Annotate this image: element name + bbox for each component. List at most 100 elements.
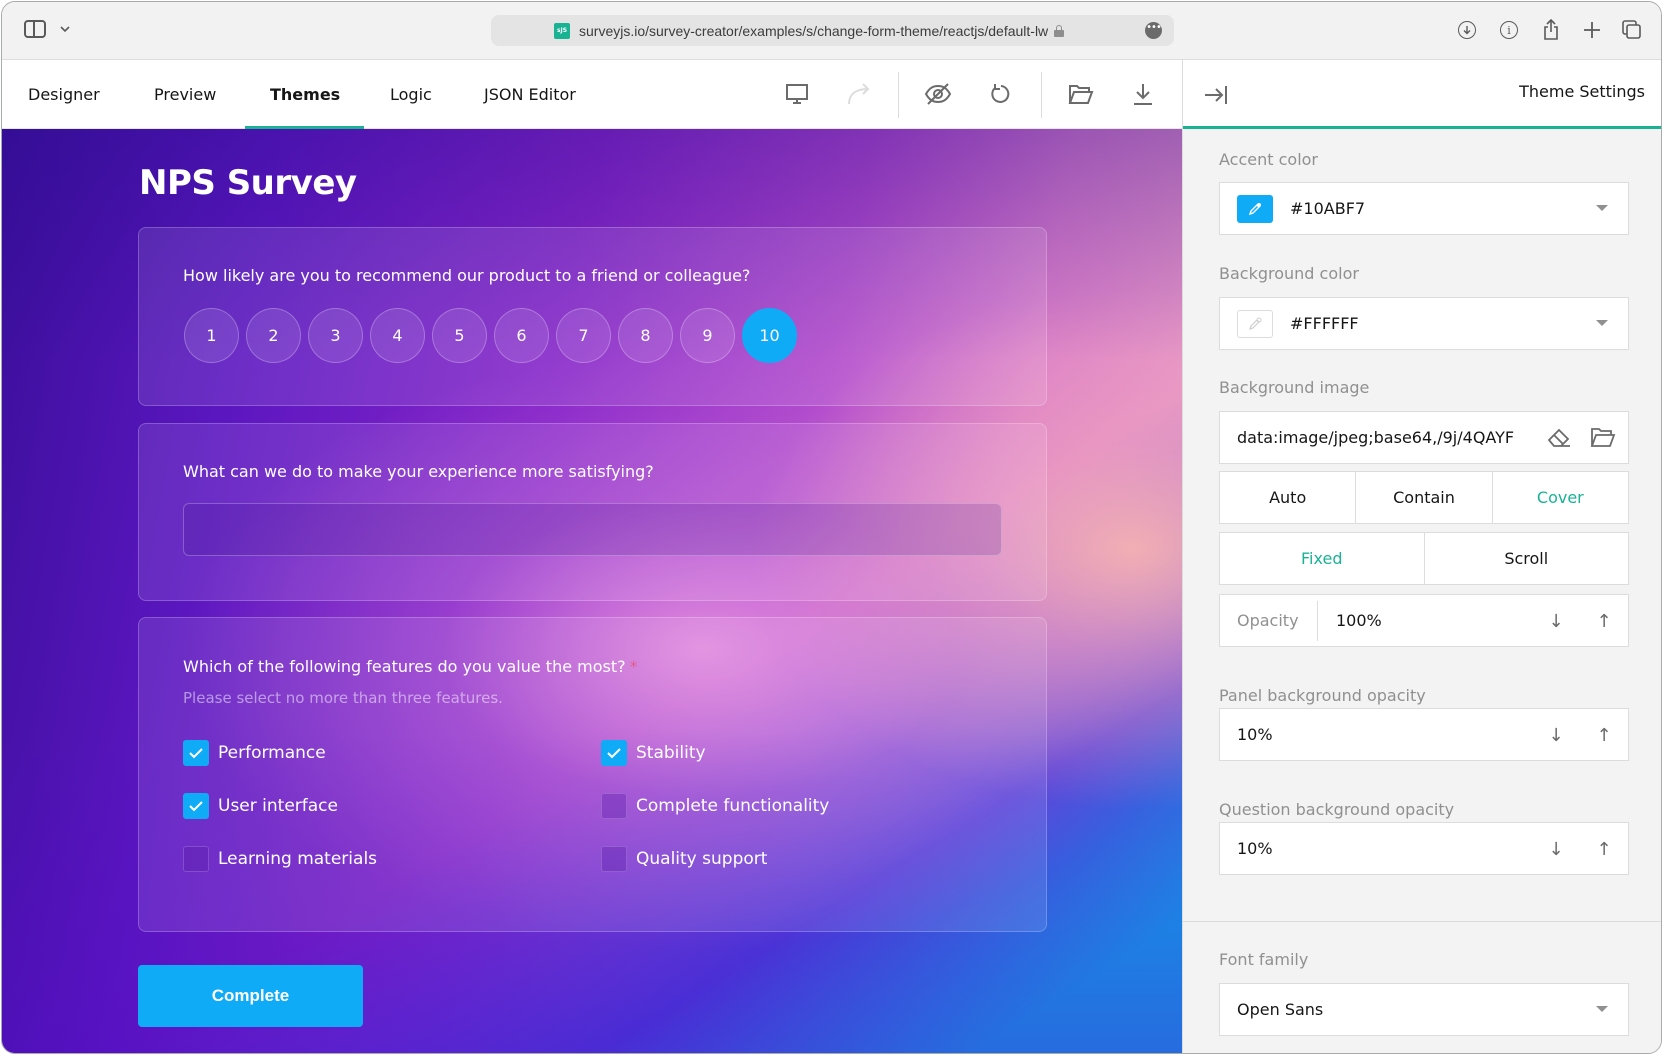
rating-item[interactable]: 8 bbox=[618, 308, 673, 363]
open-file-icon[interactable] bbox=[1065, 78, 1097, 110]
tab-designer[interactable]: Designer bbox=[28, 60, 100, 129]
creator-toolbar: Designer Preview Themes Logic JSON Edito… bbox=[2, 60, 1182, 129]
checkbox-label: Stability bbox=[636, 743, 706, 763]
tab-logic[interactable]: Logic bbox=[390, 60, 432, 129]
eyedropper-icon bbox=[1249, 317, 1262, 330]
panel-opacity-label: Panel background opacity bbox=[1219, 686, 1426, 705]
checkbox-checked[interactable] bbox=[183, 793, 209, 819]
opacity-value[interactable]: 100% bbox=[1336, 611, 1382, 630]
chevron-down-icon[interactable] bbox=[58, 20, 72, 38]
clear-image-icon[interactable] bbox=[1546, 426, 1572, 454]
redo-icon[interactable] bbox=[843, 78, 875, 110]
checkbox-label: Learning materials bbox=[218, 849, 378, 869]
opacity-inline-label: Opacity bbox=[1237, 611, 1299, 630]
background-color-field[interactable]: #FFFFFF bbox=[1219, 297, 1629, 350]
question-title: What can we do to make your experience m… bbox=[183, 462, 654, 481]
font-family-value[interactable]: Open Sans bbox=[1237, 1000, 1323, 1019]
checkbox-unchecked[interactable] bbox=[183, 846, 209, 872]
increase-icon[interactable]: ↑ bbox=[1592, 837, 1616, 861]
accent-color-field[interactable]: #10ABF7 bbox=[1219, 182, 1629, 235]
checkbox-checked[interactable] bbox=[601, 740, 627, 766]
rating-item[interactable]: 9 bbox=[680, 308, 735, 363]
font-family-label: Font family bbox=[1219, 950, 1309, 969]
background-image-value[interactable]: data:image/jpeg;base64,/9j/4QAYF bbox=[1237, 428, 1527, 447]
checkbox-item-user-interface[interactable]: User interface bbox=[183, 793, 338, 819]
info-icon[interactable]: i bbox=[1497, 18, 1521, 42]
address-bar[interactable]: sJS surveyjs.io/survey-creator/examples/… bbox=[491, 15, 1174, 46]
more-icon[interactable]: ••• bbox=[1145, 22, 1162, 39]
question-opacity-label: Question background opacity bbox=[1219, 800, 1455, 819]
question-panel-comment: What can we do to make your experience m… bbox=[138, 423, 1047, 601]
panel-opacity-field[interactable]: 10% ↓ ↑ bbox=[1219, 708, 1629, 761]
rating-item[interactable]: 1 bbox=[184, 308, 239, 363]
background-image-label: Background image bbox=[1219, 378, 1370, 397]
checkbox-item-complete-functionality[interactable]: Complete functionality bbox=[601, 793, 829, 819]
increase-icon[interactable]: ↑ bbox=[1592, 609, 1616, 633]
background-image-field[interactable]: data:image/jpeg;base64,/9j/4QAYF bbox=[1219, 411, 1629, 464]
checkbox-label: User interface bbox=[218, 796, 338, 816]
theme-settings-panel: Theme Settings Accent color #10ABF7 Back… bbox=[1182, 60, 1661, 1053]
background-opacity-field[interactable]: Opacity 100% ↓ ↑ bbox=[1219, 594, 1629, 647]
url-text[interactable]: surveyjs.io/survey-creator/examples/s/ch… bbox=[579, 23, 1048, 39]
fit-option-contain[interactable]: Contain bbox=[1356, 472, 1493, 523]
tabs-overview-icon[interactable] bbox=[1620, 18, 1644, 42]
rating-item[interactable]: 3 bbox=[308, 308, 363, 363]
background-color-value[interactable]: #FFFFFF bbox=[1290, 314, 1359, 333]
checkbox-unchecked[interactable] bbox=[601, 793, 627, 819]
accent-color-value[interactable]: #10ABF7 bbox=[1290, 199, 1365, 218]
rating-item[interactable]: 5 bbox=[432, 308, 487, 363]
share-icon[interactable] bbox=[1539, 18, 1563, 42]
choose-file-icon[interactable] bbox=[1590, 426, 1616, 452]
rating-item[interactable]: 6 bbox=[494, 308, 549, 363]
increase-icon[interactable]: ↑ bbox=[1592, 723, 1616, 747]
attachment-option-fixed[interactable]: Fixed bbox=[1220, 533, 1425, 584]
font-family-field[interactable]: Open Sans bbox=[1219, 983, 1629, 1036]
decrease-icon[interactable]: ↓ bbox=[1544, 837, 1568, 861]
download-icon[interactable] bbox=[1455, 18, 1479, 42]
survey-title: NPS Survey bbox=[139, 163, 357, 203]
checkbox-unchecked[interactable] bbox=[601, 846, 627, 872]
collapse-panel-icon[interactable] bbox=[1201, 80, 1231, 110]
reset-icon[interactable] bbox=[985, 78, 1017, 110]
decrease-icon[interactable]: ↓ bbox=[1544, 609, 1568, 633]
checkbox-item-performance[interactable]: Performance bbox=[183, 740, 326, 766]
attachment-option-scroll[interactable]: Scroll bbox=[1425, 533, 1629, 584]
rating-item[interactable]: 2 bbox=[246, 308, 301, 363]
question-opacity-field[interactable]: 10% ↓ ↑ bbox=[1219, 822, 1629, 875]
question-description: Please select no more than three feature… bbox=[183, 689, 503, 707]
checkbox-item-learning-materials[interactable]: Learning materials bbox=[183, 846, 377, 872]
color-swatch[interactable] bbox=[1237, 309, 1273, 338]
question-title-text: Which of the following features do you v… bbox=[183, 657, 626, 676]
sidebar-toggle-icon[interactable] bbox=[24, 20, 46, 38]
dropdown-arrow-icon[interactable] bbox=[1596, 205, 1608, 211]
rating-item[interactable]: 4 bbox=[370, 308, 425, 363]
checkbox-checked[interactable] bbox=[183, 740, 209, 766]
checkbox-item-stability[interactable]: Stability bbox=[601, 740, 706, 766]
settings-header: Theme Settings bbox=[1183, 60, 1661, 129]
background-color-label: Background color bbox=[1219, 264, 1359, 283]
decrease-icon[interactable]: ↓ bbox=[1544, 723, 1568, 747]
panel-opacity-value[interactable]: 10% bbox=[1237, 725, 1273, 744]
device-preview-icon[interactable] bbox=[781, 78, 813, 110]
settings-title: Theme Settings bbox=[1519, 82, 1645, 101]
question-title: Which of the following features do you v… bbox=[183, 657, 638, 676]
tab-preview[interactable]: Preview bbox=[154, 60, 216, 129]
download-icon[interactable] bbox=[1127, 78, 1159, 110]
survey-canvas: NPS Survey How likely are you to recomme… bbox=[2, 129, 1182, 1053]
rating-item[interactable]: 7 bbox=[556, 308, 611, 363]
new-tab-icon[interactable] bbox=[1580, 18, 1604, 42]
fit-option-cover[interactable]: Cover bbox=[1493, 472, 1628, 523]
fit-option-auto[interactable]: Auto bbox=[1220, 472, 1357, 523]
complete-button[interactable]: Complete bbox=[138, 965, 363, 1027]
comment-input[interactable] bbox=[183, 503, 1002, 556]
toolbar-divider bbox=[1041, 72, 1042, 118]
dropdown-arrow-icon[interactable] bbox=[1596, 320, 1608, 326]
checkbox-item-quality-support[interactable]: Quality support bbox=[601, 846, 767, 872]
tab-themes[interactable]: Themes bbox=[270, 60, 340, 129]
question-opacity-value[interactable]: 10% bbox=[1237, 839, 1273, 858]
dropdown-arrow-icon[interactable] bbox=[1596, 1006, 1608, 1012]
rating-item-selected[interactable]: 10 bbox=[742, 308, 797, 363]
color-swatch[interactable] bbox=[1237, 194, 1273, 223]
hide-invisible-icon[interactable] bbox=[922, 78, 954, 110]
tab-json-editor[interactable]: JSON Editor bbox=[484, 60, 576, 129]
